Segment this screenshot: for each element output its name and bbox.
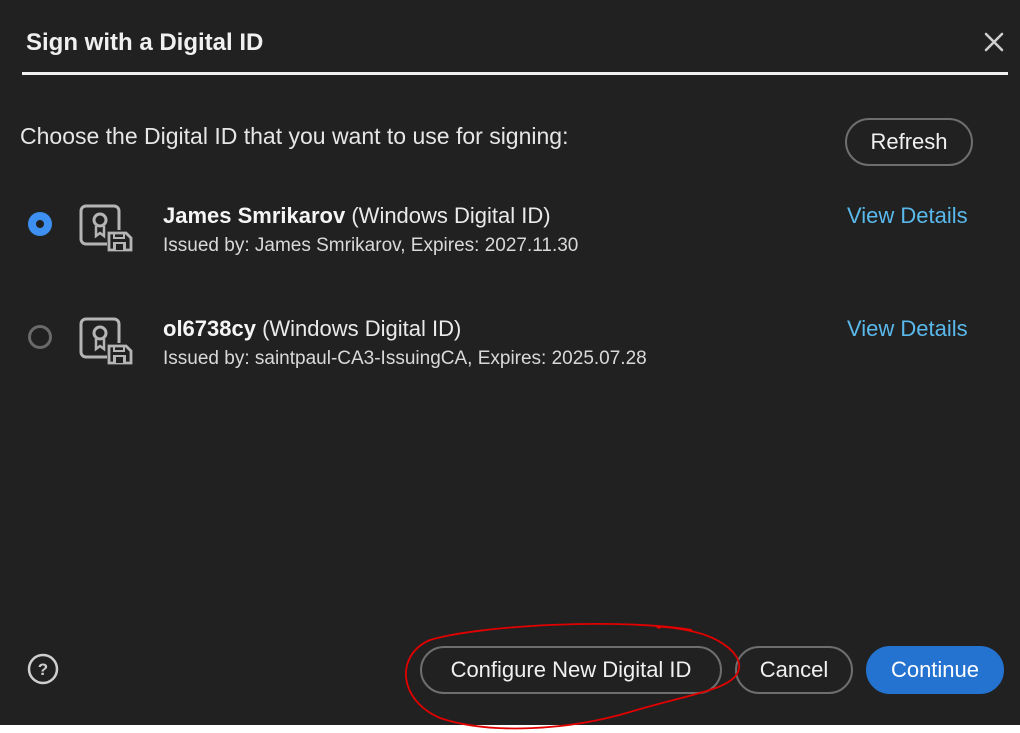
refresh-button[interactable]: Refresh <box>845 118 973 166</box>
view-details-link[interactable]: View Details <box>847 316 968 342</box>
sign-digital-id-dialog: Sign with a Digital ID Choose the Digita… <box>0 0 1020 725</box>
radio-selected[interactable] <box>28 212 52 236</box>
help-icon[interactable]: ? <box>27 653 59 685</box>
close-icon[interactable] <box>982 30 1006 54</box>
continue-button[interactable]: Continue <box>866 646 1004 694</box>
id-name-bold: ol6738cy <box>163 316 256 341</box>
svg-text:?: ? <box>38 660 48 679</box>
issued-info: Issued by: James Smrikarov, Expires: 202… <box>163 235 579 256</box>
id-type: (Windows Digital ID) <box>255 316 462 341</box>
digital-id-item[interactable]: James Smrikarov (Windows Digital ID) Iss… <box>0 200 1020 270</box>
dialog-title: Sign with a Digital ID <box>26 29 264 56</box>
certificate-icon <box>78 203 134 253</box>
view-details-link[interactable]: View Details <box>847 203 968 229</box>
cancel-button[interactable]: Cancel <box>735 646 853 694</box>
digital-id-name: James Smrikarov (Windows Digital ID) <box>163 203 551 229</box>
prompt-text: Choose the Digital ID that you want to u… <box>20 123 569 149</box>
configure-new-digital-id-button[interactable]: Configure New Digital ID <box>420 646 722 694</box>
digital-id-name: ol6738cy (Windows Digital ID) <box>163 316 461 342</box>
title-divider <box>22 72 1008 75</box>
id-type: (Windows Digital ID) <box>345 203 551 228</box>
digital-id-item[interactable]: ol6738cy (Windows Digital ID) Issued by:… <box>0 313 1020 383</box>
radio-unselected[interactable] <box>28 325 52 349</box>
certificate-icon <box>78 316 134 366</box>
id-name-bold: James Smrikarov <box>163 203 346 228</box>
issued-info: Issued by: saintpaul-CA3-IssuingCA, Expi… <box>163 348 647 369</box>
